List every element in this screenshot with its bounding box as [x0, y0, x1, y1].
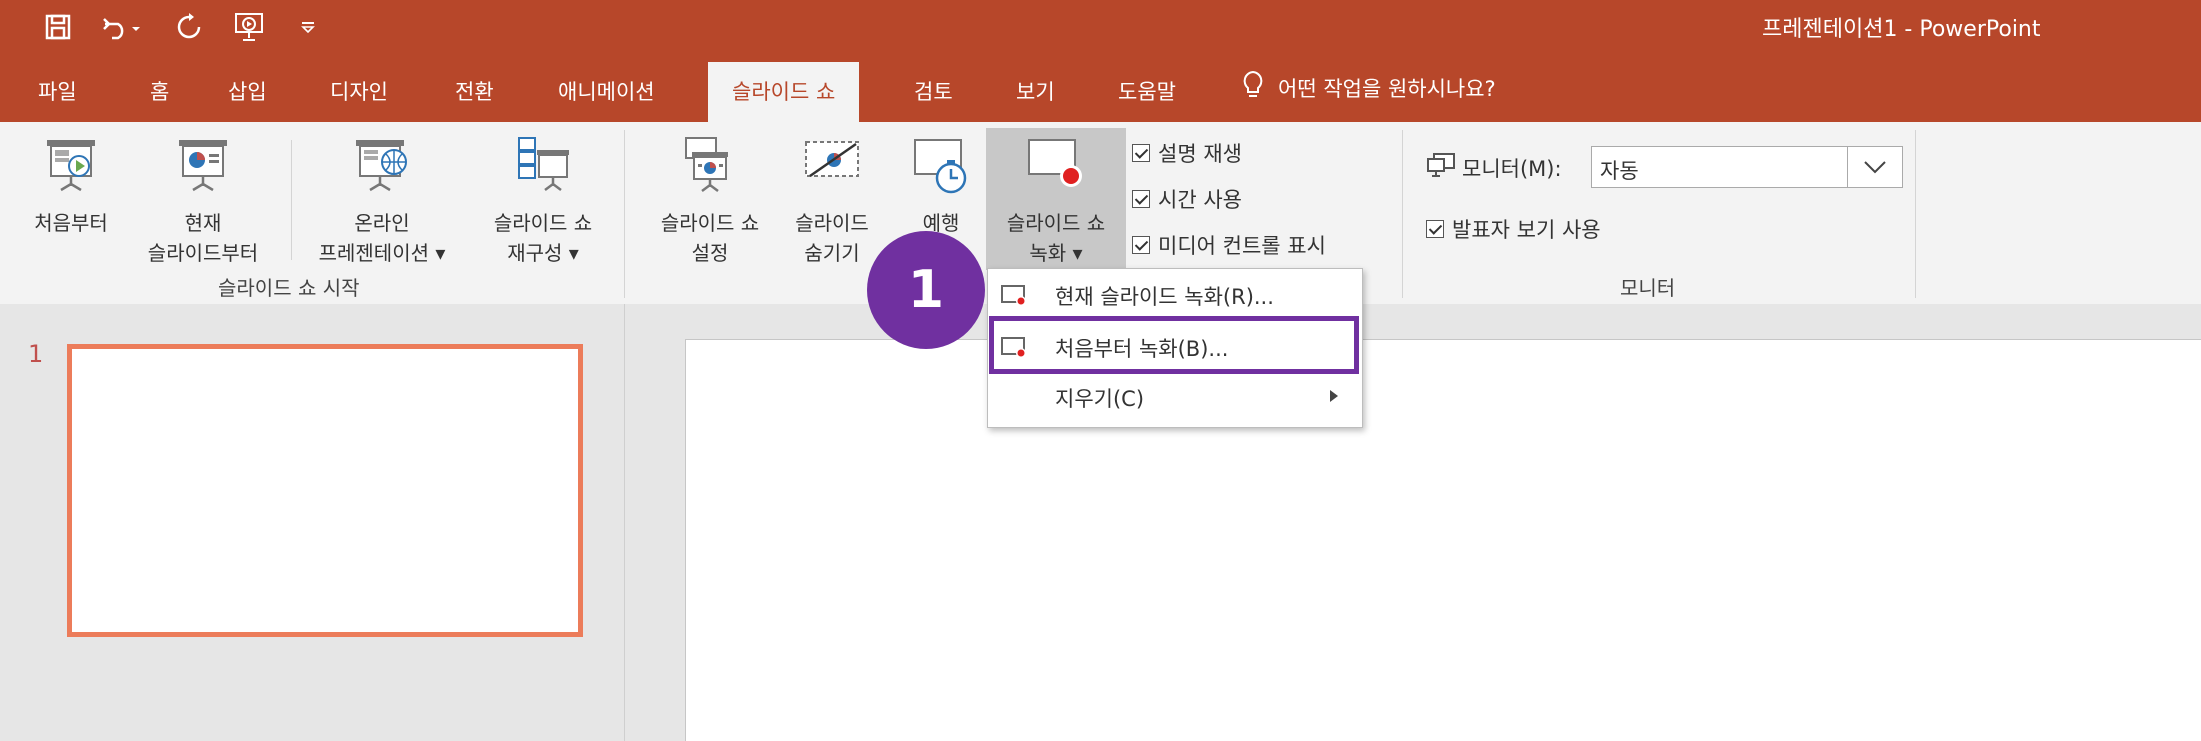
group-separator [1915, 130, 1916, 298]
title-bar: 프레젠테이션1 - PowerPoint [0, 0, 2201, 52]
start-from-beginning-icon[interactable] [232, 10, 268, 44]
from-beginning-label: 처음부터 [34, 211, 108, 235]
tab-file[interactable]: 파일 [38, 76, 77, 106]
menu-item-label: 지우기(C) [1055, 387, 1145, 411]
from-current-label-1: 현재 [184, 211, 222, 235]
set-up-slide-show-icon [680, 136, 740, 204]
play-narrations-checkbox[interactable]: 설명 재생 [1132, 138, 1242, 168]
monitor-setting: 모니터(M): [1426, 152, 1562, 183]
customize-qat-icon[interactable] [296, 10, 320, 44]
lightbulb-icon [1242, 70, 1264, 105]
monitor-select-value: 자동 [1600, 159, 1639, 183]
set-up-label-1: 슬라이드 쇼 [660, 211, 760, 235]
hide-slide-button[interactable]: 슬라이드 숨기기 [780, 128, 884, 268]
checkbox-checked-icon [1132, 144, 1150, 162]
custom-slide-show-icon [513, 136, 573, 204]
hide-slide-label-2: 숨기기 [804, 241, 860, 265]
redo-icon[interactable] [172, 10, 206, 44]
undo-icon[interactable] [100, 10, 144, 44]
monitor-label: 모니터(M): [1462, 156, 1562, 181]
menu-item-record-current[interactable]: 현재 슬라이드 녹화(R)... [988, 271, 1360, 319]
present-online-label-1: 온라인 [354, 211, 410, 235]
group-separator [624, 130, 625, 298]
record-slide-show-icon [1025, 136, 1087, 204]
checkbox-checked-icon [1132, 236, 1150, 254]
tab-transitions[interactable]: 전환 [455, 76, 494, 106]
custom-slide-show-label-1: 슬라이드 쇼 [493, 211, 593, 235]
monitor-select[interactable]: 자동 [1591, 146, 1903, 188]
tab-insert[interactable]: 삽입 [228, 76, 267, 106]
play-narrations-label: 설명 재생 [1158, 142, 1242, 166]
from-current-slide-button[interactable]: 현재 슬라이드부터 [128, 128, 278, 268]
custom-slide-show-label-2: 재구성 ▾ [507, 241, 579, 265]
tell-me-search[interactable]: 어떤 작업을 원하시나요? [1242, 70, 1496, 105]
save-icon[interactable] [40, 10, 76, 44]
show-media-controls-checkbox[interactable]: 미디어 컨트롤 표시 [1132, 230, 1326, 260]
checkbox-checked-icon [1426, 220, 1444, 238]
play-from-current-icon [175, 136, 231, 204]
hide-slide-label-1: 슬라이드 [795, 211, 869, 235]
tab-view[interactable]: 보기 [1016, 76, 1055, 106]
from-beginning-button[interactable]: 처음부터 [16, 128, 126, 268]
set-up-label-2: 설정 [691, 241, 729, 265]
present-online-label-2: 프레젠테이션 ▾ [318, 241, 446, 265]
set-up-slide-show-button[interactable]: 슬라이드 쇼 설정 [640, 128, 780, 268]
use-timings-label: 시간 사용 [1158, 188, 1242, 212]
hide-slide-icon [802, 136, 862, 194]
slide-number: 1 [28, 340, 44, 368]
tab-slide-show[interactable]: 슬라이드 쇼 [708, 62, 860, 122]
record-label-1: 슬라이드 쇼 [1006, 211, 1106, 235]
record-label-2: 녹화 ▾ [1029, 241, 1083, 265]
separator [291, 140, 292, 260]
record-slide-icon [1000, 284, 1028, 313]
custom-slide-show-button[interactable]: 슬라이드 쇼 재구성 ▾ [468, 128, 618, 268]
annotation-highlight-box [989, 316, 1359, 374]
monitor-icon [1426, 152, 1456, 183]
submenu-arrow-icon [1330, 390, 1338, 402]
group-label-monitors: 모니터 [1620, 276, 1676, 300]
show-media-controls-label: 미디어 컨트롤 표시 [1158, 234, 1326, 258]
menu-item-label: 현재 슬라이드 녹화(R)... [1055, 285, 1274, 309]
tab-design[interactable]: 디자인 [330, 76, 388, 106]
group-separator [1402, 130, 1403, 298]
slide-thumbnail[interactable] [67, 344, 583, 637]
menu-item-clear[interactable]: 지우기(C) [988, 373, 1360, 421]
checkbox-checked-icon [1132, 190, 1150, 208]
from-current-label-2: 슬라이드부터 [147, 241, 259, 265]
present-online-button[interactable]: 온라인 프레젠테이션 ▾ [298, 128, 466, 268]
record-slide-show-button[interactable]: 슬라이드 쇼 녹화 ▾ [986, 128, 1126, 270]
tell-me-text: 어떤 작업을 원하시나요? [1278, 76, 1496, 101]
chevron-down-icon[interactable] [1847, 147, 1902, 187]
ribbon-tabs: 파일 홈 삽입 디자인 전환 애니메이션 슬라이드 쇼 검토 보기 도움말 어떤… [0, 52, 2201, 122]
play-from-start-icon [43, 136, 99, 204]
tab-home[interactable]: 홈 [150, 76, 169, 106]
tab-help[interactable]: 도움말 [1118, 76, 1176, 106]
rehearse-timings-icon [911, 136, 971, 206]
group-label-start-slide-show: 슬라이드 쇼 시작 [218, 276, 360, 300]
tab-review[interactable]: 검토 [914, 76, 953, 106]
present-online-icon [352, 136, 412, 204]
use-presenter-view-label: 발표자 보기 사용 [1452, 218, 1601, 242]
use-presenter-view-checkbox[interactable]: 발표자 보기 사용 [1426, 214, 1601, 244]
use-timings-checkbox[interactable]: 시간 사용 [1132, 184, 1242, 214]
tab-animations[interactable]: 애니메이션 [558, 76, 655, 106]
annotation-step-badge: 1 [867, 231, 985, 349]
slide-canvas[interactable] [685, 339, 2201, 741]
window-title: 프레젠테이션1 - PowerPoint [1762, 17, 2041, 42]
